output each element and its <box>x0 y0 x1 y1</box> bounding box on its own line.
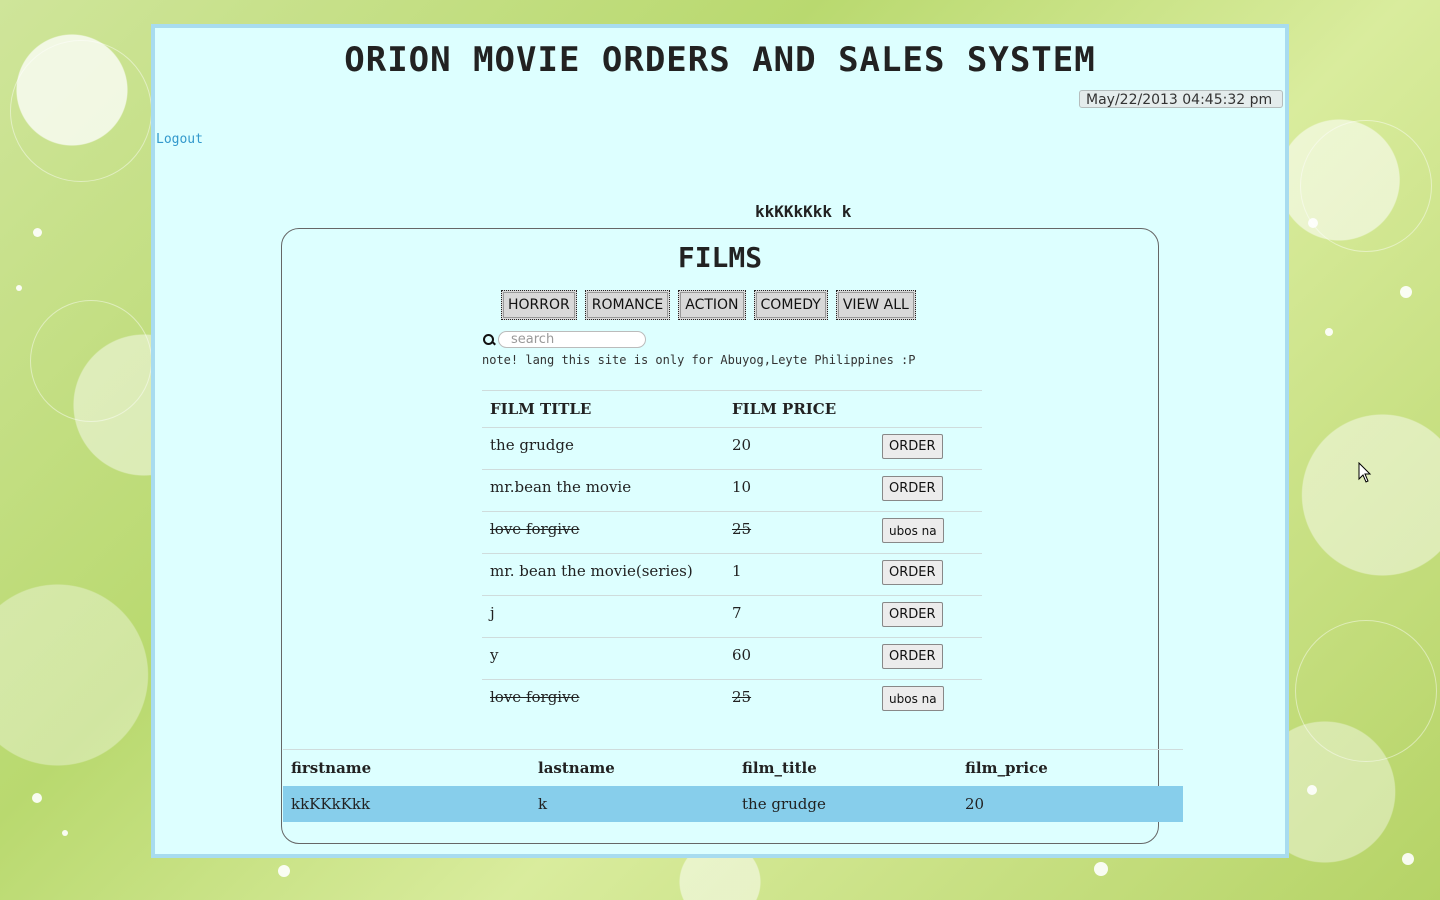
film-title-cell: y <box>482 637 724 680</box>
order-button[interactable]: ORDER <box>882 434 943 459</box>
order-button[interactable]: ORDER <box>882 644 943 669</box>
film-title-cell: love forgive <box>482 679 724 722</box>
logout-link[interactable]: Logout <box>156 132 203 147</box>
column-header-film-title: FILM TITLE <box>482 390 724 428</box>
order-lastname-cell: k <box>530 786 734 822</box>
film-price-cell: 25 <box>724 511 874 554</box>
film-title-cell: the grudge <box>482 427 724 470</box>
films-table-header: FILM TITLE FILM PRICE <box>482 390 982 428</box>
order-button[interactable]: ORDER <box>882 476 943 501</box>
film-price-cell: 1 <box>724 553 874 596</box>
view-all-button[interactable]: VIEW ALL <box>835 290 916 320</box>
film-price-cell: 25 <box>724 679 874 722</box>
films-panel: FILMS HORROR ROMANCE ACTION COMEDY VIEW … <box>281 228 1183 844</box>
column-header-firstname: firstname <box>283 749 530 786</box>
column-header-action <box>874 390 982 428</box>
films-heading: FILMS <box>677 241 763 274</box>
genre-comedy-button[interactable]: COMEDY <box>753 290 828 320</box>
film-price-cell: 60 <box>724 637 874 680</box>
table-row: love forgive 25 ubos na <box>482 679 982 722</box>
film-title-cell: mr. bean the movie(series) <box>482 553 724 596</box>
page-title: ORION MOVIE ORDERS AND SALES SYSTEM <box>344 40 1096 80</box>
genre-action-button[interactable]: ACTION <box>678 290 746 320</box>
search-row <box>482 331 646 348</box>
film-price-cell: 20 <box>724 427 874 470</box>
table-row: mr.bean the movie 10 ORDER <box>482 469 982 512</box>
film-price-cell: 7 <box>724 595 874 638</box>
column-header-lastname: lastname <box>530 749 734 786</box>
sold-out-button[interactable]: ubos na <box>882 518 944 543</box>
datetime-display: May/22/2013 04:45:32 pm <box>1079 90 1283 108</box>
sold-out-button[interactable]: ubos na <box>882 686 944 711</box>
column-header-film-title: film_title <box>734 749 957 786</box>
order-film-price-cell: 20 <box>957 786 1183 822</box>
table-row: love forgive 25 ubos na <box>482 511 982 554</box>
order-film-title-cell: the grudge <box>734 786 957 822</box>
film-price-cell: 10 <box>724 469 874 512</box>
films-table: FILM TITLE FILM PRICE the grudge 20 ORDE… <box>482 390 982 722</box>
film-title-cell: mr.bean the movie <box>482 469 724 512</box>
orders-table-header: firstname lastname film_title film_price <box>283 749 1183 786</box>
table-row: mr. bean the movie(series) 1 ORDER <box>482 553 982 596</box>
film-title-cell: j <box>482 595 724 638</box>
column-header-film-price: film_price <box>957 749 1183 786</box>
column-header-film-price: FILM PRICE <box>724 390 874 428</box>
search-input[interactable] <box>498 331 646 348</box>
order-button[interactable]: ORDER <box>882 560 943 585</box>
table-row: the grudge 20 ORDER <box>482 427 982 470</box>
genre-horror-button[interactable]: HORROR <box>501 290 577 320</box>
film-title-cell: love forgive <box>482 511 724 554</box>
main-container: ORION MOVIE ORDERS AND SALES SYSTEM May/… <box>151 24 1289 858</box>
order-button[interactable]: ORDER <box>882 602 943 627</box>
user-display-name: kkKKkKkk k <box>755 202 852 221</box>
orders-table: firstname lastname film_title film_price… <box>283 749 1183 822</box>
order-row[interactable]: kkKKkKkk k the grudge 20 <box>283 786 1183 822</box>
mouse-cursor-icon <box>1358 462 1372 483</box>
table-row: y 60 ORDER <box>482 637 982 680</box>
genre-filter-bar: HORROR ROMANCE ACTION COMEDY VIEW ALL <box>501 290 916 320</box>
genre-romance-button[interactable]: ROMANCE <box>584 290 671 320</box>
order-firstname-cell: kkKKkKkk <box>283 786 530 822</box>
site-note: note! lang this site is only for Abuyog,… <box>482 353 916 367</box>
search-icon[interactable] <box>482 333 496 347</box>
table-row: j 7 ORDER <box>482 595 982 638</box>
